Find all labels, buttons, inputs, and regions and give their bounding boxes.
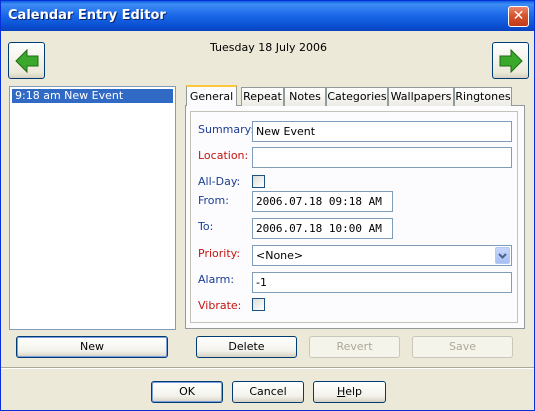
close-button[interactable]: ✕ — [508, 6, 529, 27]
all-day-label: All-Day: — [198, 175, 241, 188]
priority-label: Priority: — [198, 247, 241, 260]
location-label: Location: — [198, 149, 249, 162]
to-label: To: — [198, 220, 214, 233]
summary-field[interactable]: New Event — [252, 121, 512, 142]
current-date: Tuesday 18 July 2006 — [209, 41, 327, 54]
priority-selected-value: <None> — [256, 249, 304, 262]
alarm-field[interactable]: -1 — [252, 272, 512, 293]
right-arrow-icon — [499, 48, 523, 74]
from-label: From: — [198, 194, 229, 207]
help-button[interactable]: Help — [313, 381, 386, 403]
new-button[interactable]: New — [16, 336, 168, 358]
delete-button[interactable]: Delete — [196, 336, 297, 358]
to-datetime-field[interactable]: 2006.07.18 10:00 AM — [252, 218, 393, 239]
close-icon: ✕ — [512, 8, 525, 24]
tab-wallpapers[interactable]: Wallpapers — [388, 87, 454, 106]
help-label: elp — [345, 385, 363, 398]
list-item[interactable]: 9:18 am New Event — [12, 89, 173, 103]
divider — [1, 367, 534, 369]
title-bar[interactable]: Calendar Entry Editor ✕ — [1, 1, 534, 31]
dropdown-button[interactable] — [495, 247, 510, 264]
alarm-label: Alarm: — [198, 273, 235, 286]
help-mnemonic: H — [336, 385, 346, 398]
calendar-entry-editor-window: Calendar Entry Editor ✕ Tuesday 18 July … — [0, 0, 535, 411]
revert-button[interactable]: Revert — [309, 336, 400, 358]
tab-notes[interactable]: Notes — [284, 87, 326, 106]
tab-repeat[interactable]: Repeat — [241, 87, 284, 106]
vibrate-checkbox[interactable] — [252, 298, 265, 311]
entry-list[interactable]: 9:18 am New Event — [9, 86, 176, 330]
all-day-checkbox[interactable] — [252, 175, 265, 188]
next-day-button[interactable] — [492, 42, 529, 79]
tab-ringtones[interactable]: Ringtones — [454, 87, 512, 106]
priority-select[interactable]: <None> — [252, 245, 512, 266]
tab-categories[interactable]: Categories — [326, 87, 388, 106]
cancel-button[interactable]: Cancel — [232, 381, 304, 403]
tab-general[interactable]: General — [186, 85, 237, 106]
vibrate-label: Vibrate: — [198, 299, 242, 312]
window-title: Calendar Entry Editor — [8, 8, 166, 23]
location-field[interactable] — [252, 147, 512, 168]
from-datetime-field[interactable]: 2006.07.18 09:18 AM — [252, 191, 393, 212]
summary-label: Summary: — [198, 123, 255, 136]
ok-button[interactable]: OK — [151, 381, 223, 403]
chevron-down-icon — [498, 253, 507, 259]
save-button[interactable]: Save — [412, 336, 513, 358]
